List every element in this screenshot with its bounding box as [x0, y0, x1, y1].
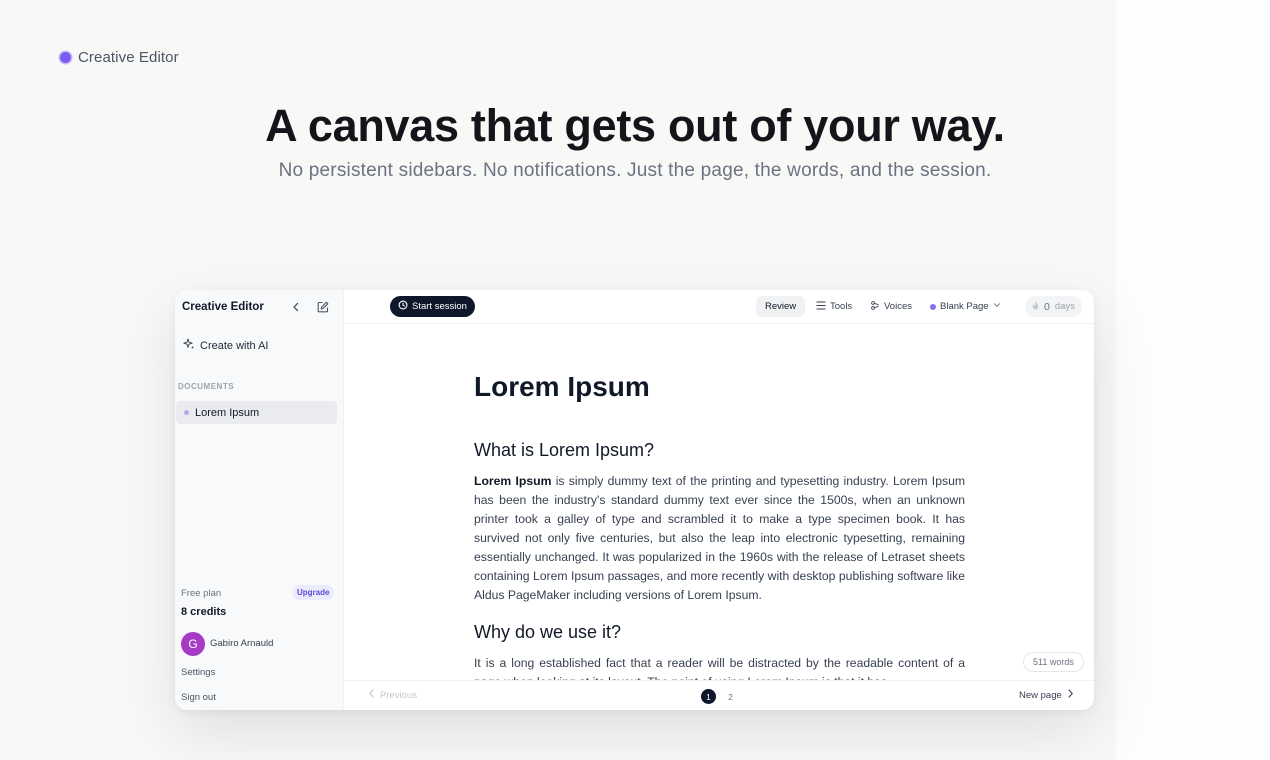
brand: Creative Editor: [60, 49, 179, 66]
new-page-label: New page: [1019, 689, 1062, 701]
upgrade-button[interactable]: Upgrade: [292, 585, 335, 600]
sidebar-item-label: Lorem Ipsum: [195, 406, 260, 419]
create-with-ai-label: Create with AI: [200, 339, 269, 352]
hero-title: A canvas that gets out of your way.: [265, 100, 1005, 151]
flame-icon: [1032, 301, 1039, 313]
chevron-left-icon: [368, 689, 375, 701]
sidebar-title: Creative Editor: [182, 301, 264, 313]
documents-section-label: DOCUMENTS: [178, 382, 235, 391]
streak-unit: days: [1054, 301, 1075, 312]
start-session-button[interactable]: Start session: [390, 296, 475, 317]
sign-out-link[interactable]: Sign out: [181, 692, 216, 703]
document-title[interactable]: Lorem Ipsum: [474, 371, 650, 403]
chevron-right-icon: [1067, 689, 1074, 701]
clock-icon: [398, 300, 408, 313]
brand-dot-icon: [60, 52, 71, 63]
settings-link[interactable]: Settings: [181, 667, 215, 678]
app-window: Creative Editor Create with AI DOCUMENTS…: [175, 290, 1094, 710]
template-select[interactable]: Blank Page: [930, 296, 1001, 317]
editor-toolbar: Start session Review Tools Voices Blank …: [344, 290, 1094, 324]
user-name[interactable]: Gabiro Arnauld: [210, 638, 273, 649]
tools-menu[interactable]: Tools: [816, 296, 852, 317]
tab-review[interactable]: Review: [756, 296, 806, 317]
paragraph-clip: It is a long established fact that a rea…: [474, 654, 965, 680]
previous-label: Previous: [380, 689, 417, 701]
document-dot-icon: [184, 410, 189, 415]
pagination-bar: Previous 1 2 New page: [344, 680, 1094, 710]
section-heading[interactable]: Why do we use it?: [474, 622, 621, 643]
section-heading[interactable]: What is Lorem Ipsum?: [474, 440, 654, 461]
chevron-left-icon[interactable]: [289, 300, 303, 314]
paragraph-text: is simply dummy text of the printing and…: [474, 474, 965, 602]
section-paragraph[interactable]: Lorem Ipsum is simply dummy text of the …: [474, 472, 965, 605]
sidebar-item-document[interactable]: Lorem Ipsum: [176, 401, 337, 424]
paragraph-bold-lead: Lorem Ipsum: [474, 474, 552, 488]
template-label: Blank Page: [940, 301, 989, 312]
credits-count: 8 credits: [181, 606, 227, 618]
chevron-down-icon: [993, 301, 1001, 312]
edit-icon[interactable]: [316, 300, 330, 314]
voices-label: Voices: [884, 301, 912, 312]
voices-menu[interactable]: Voices: [871, 296, 912, 317]
previous-page-button[interactable]: Previous: [368, 689, 417, 701]
word-count-badge: 511 words: [1023, 652, 1084, 672]
sparkle-icon: [183, 338, 195, 353]
tools-label: Tools: [830, 301, 853, 312]
plan-label: Free plan: [181, 588, 222, 599]
streak-counter[interactable]: 0 days: [1025, 296, 1082, 317]
template-dot-icon: [930, 303, 936, 310]
new-page-button[interactable]: New page: [1019, 689, 1074, 701]
create-with-ai-button[interactable]: Create with AI: [183, 338, 268, 353]
sidebar: Creative Editor Create with AI DOCUMENTS…: [175, 290, 344, 710]
page-number-current[interactable]: 1: [701, 689, 716, 704]
voices-icon: [871, 300, 880, 313]
section-paragraph[interactable]: It is a long established fact that a rea…: [474, 654, 965, 680]
start-session-label: Start session: [412, 301, 467, 312]
avatar[interactable]: G: [181, 632, 205, 656]
streak-value: 0: [1044, 300, 1050, 313]
menu-icon: [816, 300, 826, 313]
page-number[interactable]: 2: [723, 689, 738, 704]
brand-name: Creative Editor: [78, 49, 179, 66]
hero-subtitle: No persistent sidebars. No notifications…: [278, 160, 992, 181]
